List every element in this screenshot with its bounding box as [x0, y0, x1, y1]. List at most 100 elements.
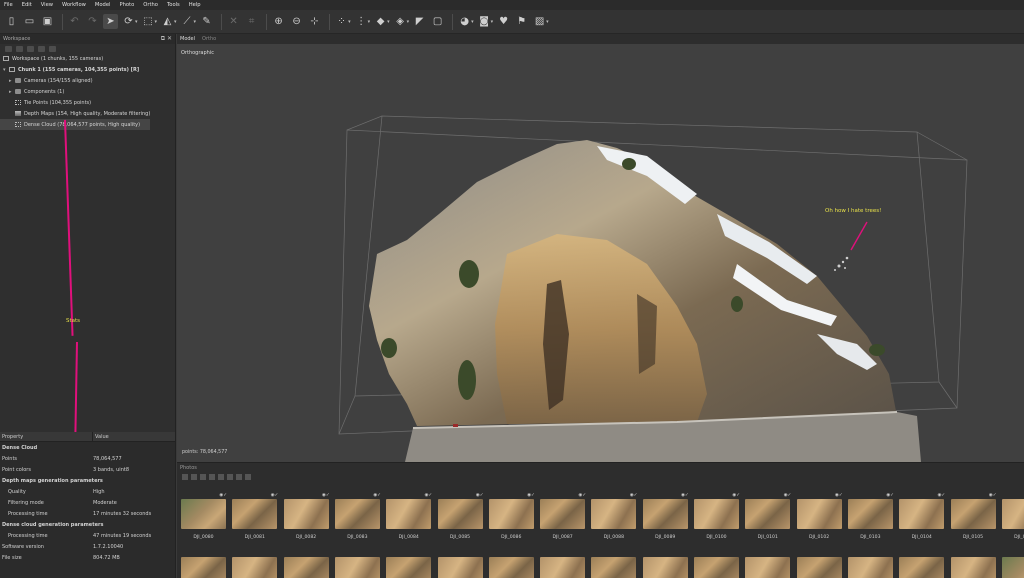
tree-item-dense-cloud[interactable]: Dense Cloud (78,064,577 points, High qua…: [0, 119, 150, 130]
show-model-icon[interactable]: ◆: [373, 14, 388, 29]
photo-thumbnail[interactable]: ◉✓: [232, 493, 278, 529]
undo-icon[interactable]: ↶: [67, 14, 82, 29]
photo-thumbnail[interactable]: [950, 557, 996, 578]
menu-tools[interactable]: Tools: [167, 2, 180, 8]
photo-thumbnail[interactable]: ◉✓: [437, 493, 484, 529]
chevron-down-icon[interactable]: ▾: [348, 19, 351, 25]
tree-item-components[interactable]: ▸ Components (1): [0, 86, 175, 97]
view-options-icon[interactable]: [245, 474, 251, 480]
add-photos-icon[interactable]: [182, 474, 188, 480]
enable-item-icon[interactable]: [49, 45, 56, 52]
image-overlay-icon[interactable]: ▨: [532, 14, 547, 29]
tree-item-workspace[interactable]: Workspace (1 chunks, 155 cameras): [0, 53, 175, 64]
tree-item-tie-points[interactable]: Tie Points (104,355 points): [0, 97, 175, 108]
panel-float-close-icon[interactable]: ⧉ ✕: [161, 35, 172, 43]
rectangle-selection-icon[interactable]: ⬚: [141, 14, 156, 29]
photo-thumbnail[interactable]: ◉✓: [591, 493, 637, 529]
photo-thumbnail[interactable]: [745, 557, 791, 578]
value-column-header[interactable]: Value: [93, 434, 109, 440]
menu-edit[interactable]: Edit: [22, 2, 32, 8]
menu-photo[interactable]: Photo: [119, 2, 134, 8]
model-viewport[interactable]: Orthographic Oh how I hate trees! points…: [177, 44, 1024, 462]
menu-file[interactable]: File: [4, 2, 13, 8]
reset-filter-icon[interactable]: [218, 474, 224, 480]
tree-item-chunk[interactable]: ▾ Chunk 1 (155 cameras, 104,355 points) …: [0, 64, 175, 75]
grid-view-icon[interactable]: [227, 474, 233, 480]
photo-thumbnail[interactable]: ◉✓: [847, 493, 894, 529]
menu-help[interactable]: Help: [189, 2, 201, 8]
tab-model[interactable]: Model: [180, 36, 195, 42]
photo-thumbnail[interactable]: [591, 557, 637, 578]
menu-workflow[interactable]: Workflow: [62, 2, 86, 8]
photo-thumbnail[interactable]: ◉✓: [796, 493, 843, 529]
show-cameras-icon[interactable]: ⁘: [334, 14, 349, 29]
zoom-in-icon[interactable]: ⊕: [271, 14, 286, 29]
photo-thumbnail[interactable]: [488, 557, 534, 578]
rotate-right-icon[interactable]: [209, 474, 215, 480]
photo-thumbnail[interactable]: [283, 557, 329, 578]
photo-thumbnail[interactable]: ◉✓: [745, 493, 791, 529]
navigation-cursor-icon[interactable]: ➤: [103, 14, 118, 29]
tree-item-depth-maps[interactable]: Depth Maps (154, High quality, Moderate …: [0, 108, 175, 119]
draw-polyline-icon[interactable]: ⟋: [180, 14, 195, 29]
tab-ortho[interactable]: Ortho: [202, 36, 216, 42]
list-view-icon[interactable]: [236, 474, 242, 480]
photo-thumbnail[interactable]: ◉✓: [334, 493, 381, 529]
show-points-icon[interactable]: ⋮: [354, 14, 369, 29]
color-mode-icon[interactable]: ◕: [457, 14, 472, 29]
photo-thumbnail[interactable]: [386, 557, 432, 578]
photo-thumbnail[interactable]: [899, 557, 945, 578]
chevron-down-icon[interactable]: ▾: [174, 19, 177, 25]
dense-cloud-render[interactable]: [177, 44, 1024, 462]
ruler-icon[interactable]: ✎: [199, 14, 214, 29]
add-chunk-icon[interactable]: [5, 45, 12, 52]
chevron-down-icon[interactable]: ▾: [407, 19, 410, 25]
property-column-header[interactable]: Property: [0, 431, 93, 442]
photo-thumbnail[interactable]: [1001, 557, 1024, 578]
photo-thumbnail[interactable]: ◉✓: [642, 493, 689, 529]
photo-thumbnail[interactable]: [847, 557, 893, 578]
show-markers-icon[interactable]: ◤: [412, 14, 427, 29]
zoom-out-icon[interactable]: ⊖: [289, 14, 304, 29]
chevron-down-icon[interactable]: ▾: [155, 19, 158, 25]
photo-thumbnail[interactable]: [694, 557, 739, 578]
new-document-icon[interactable]: ▯: [4, 14, 19, 29]
photo-thumbnail[interactable]: ◉✓: [694, 493, 740, 529]
photo-thumbnail[interactable]: [437, 557, 483, 578]
chevron-down-icon[interactable]: ▾: [471, 19, 474, 25]
photo-thumbnail[interactable]: [540, 557, 586, 578]
menu-view[interactable]: View: [41, 2, 53, 8]
chevron-down-icon[interactable]: ▾: [546, 19, 549, 25]
camera-icon[interactable]: ◙: [477, 14, 492, 29]
add-marker-icon[interactable]: [27, 45, 34, 52]
flag-icon[interactable]: ⚑: [514, 14, 529, 29]
photo-thumbnail[interactable]: [642, 557, 688, 578]
photo-thumbnail[interactable]: [334, 557, 380, 578]
show-shapes-icon[interactable]: ◈: [393, 14, 408, 29]
photo-thumbnail[interactable]: ◉✓: [181, 493, 227, 529]
remove-photos-icon[interactable]: [191, 474, 197, 480]
tree-item-cameras[interactable]: ▸ Cameras (154/155 aligned): [0, 75, 175, 86]
open-folder-icon[interactable]: ▭: [22, 14, 37, 29]
menu-ortho[interactable]: Ortho: [143, 2, 158, 8]
photo-thumbnail[interactable]: ◉✓: [540, 493, 586, 529]
rotate-left-icon[interactable]: [200, 474, 206, 480]
photo-thumbnail[interactable]: [181, 557, 226, 578]
photo-thumbnail[interactable]: [232, 557, 278, 578]
show-region-icon[interactable]: ▢: [430, 14, 445, 29]
photo-thumbnail[interactable]: ◉✓: [386, 493, 432, 529]
draw-polygon-icon[interactable]: ◭: [160, 14, 175, 29]
chevron-down-icon[interactable]: ▾: [194, 19, 197, 25]
chevron-down-icon[interactable]: ▾: [491, 19, 494, 25]
delete-selection-icon[interactable]: ✕: [226, 14, 241, 29]
reset-view-icon[interactable]: ⊹: [307, 14, 322, 29]
menu-model[interactable]: Model: [95, 2, 111, 8]
chevron-down-icon[interactable]: ▾: [368, 19, 371, 25]
photo-thumbnail[interactable]: ◉✓: [950, 493, 997, 529]
remove-item-icon[interactable]: [38, 45, 45, 52]
add-photos-icon[interactable]: [16, 45, 23, 52]
photo-thumbnail[interactable]: ◉✓: [283, 493, 330, 529]
photo-thumbnail[interactable]: ◉✓: [1001, 499, 1024, 529]
heart-shape-icon[interactable]: ♥: [496, 14, 511, 29]
chevron-down-icon[interactable]: ▾: [387, 19, 390, 25]
